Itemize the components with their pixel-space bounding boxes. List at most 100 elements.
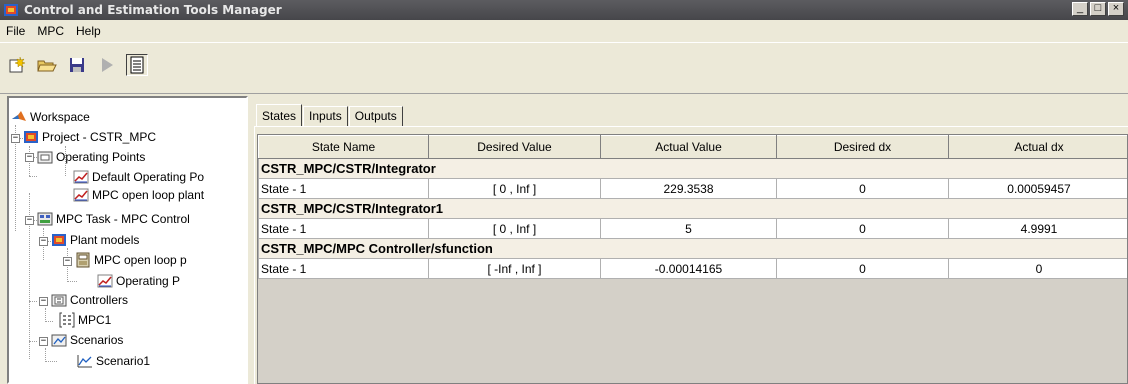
desired-value-cell[interactable]: [ -Inf , Inf ]: [428, 258, 601, 279]
table-row[interactable]: State - 1 [ 0 , Inf ] 229.3538 0 0.00059…: [258, 178, 1127, 199]
states-table-area: State Name Desired Value Actual Value De…: [257, 134, 1128, 384]
run-button[interactable]: [96, 54, 118, 76]
actual-dx-cell: 0.00059457: [948, 178, 1127, 199]
group-row: CSTR_MPC/CSTR/Integrator: [258, 158, 1127, 179]
tree-label: MPC open loop p: [94, 253, 187, 267]
operating-point-plot-icon: [73, 170, 89, 184]
toolbar: [0, 42, 1128, 94]
new-task-icon: [9, 56, 26, 73]
collapse-toggle-open-loop-model[interactable]: −: [63, 257, 72, 266]
collapse-toggle-scenarios[interactable]: −: [39, 337, 48, 346]
tree-label: Plant models: [70, 233, 140, 247]
save-button[interactable]: [66, 54, 88, 76]
column-header-state-name[interactable]: State Name: [258, 135, 429, 159]
new-task-button[interactable]: [6, 54, 28, 76]
scenarios-folder-icon: [51, 334, 67, 347]
project-tree[interactable]: − − − − − − − Workspace Project - CSTR_M…: [7, 96, 248, 384]
collapse-toggle-controllers[interactable]: −: [39, 297, 48, 306]
tree-item-mpc-task[interactable]: MPC Task - MPC Control: [37, 210, 190, 228]
open-folder-icon: [37, 60, 57, 72]
menu-help[interactable]: Help: [70, 24, 107, 38]
desired-value-cell[interactable]: [ 0 , Inf ]: [428, 178, 601, 199]
table-header-row: State Name Desired Value Actual Value De…: [258, 135, 1127, 159]
open-button[interactable]: [36, 54, 58, 76]
tree-label: Controllers: [70, 293, 129, 307]
tree-item-mpc-open-loop-model[interactable]: MPC open loop p: [75, 251, 187, 269]
tree-item-plant-models[interactable]: Plant models: [51, 231, 139, 249]
tree-label: MPC Task - MPC Control: [56, 212, 190, 226]
column-header-actual-value[interactable]: Actual Value: [600, 135, 777, 159]
tree-item-default-operating-point[interactable]: Default Operating Po: [73, 168, 204, 186]
desired-value-cell[interactable]: [ 0 , Inf ]: [428, 218, 601, 239]
tree-item-controllers[interactable]: Controllers: [51, 291, 128, 309]
maximize-button[interactable]: □: [1090, 2, 1106, 16]
tree-item-operating-p[interactable]: Operating P: [97, 272, 180, 290]
tree-item-operating-points[interactable]: Operating Points: [37, 148, 145, 166]
collapse-toggle-mpc-task[interactable]: −: [25, 216, 34, 225]
group-row: CSTR_MPC/MPC Controller/sfunction: [258, 238, 1127, 259]
actual-value-cell: 5: [600, 218, 777, 239]
menu-file[interactable]: File: [0, 24, 31, 38]
desired-dx-cell[interactable]: 0: [776, 258, 949, 279]
tree-item-scenario1[interactable]: Scenario1: [77, 352, 150, 370]
group-row: CSTR_MPC/CSTR/Integrator1: [258, 198, 1127, 219]
tree-label: MPC1: [78, 313, 112, 327]
operating-point-plot-icon: [97, 274, 113, 288]
mpc-task-icon: [37, 212, 53, 226]
tab-states[interactable]: States: [256, 104, 303, 126]
title-bar: Control and Estimation Tools Manager _ □…: [0, 0, 1128, 20]
close-button[interactable]: ×: [1108, 2, 1124, 16]
tree-item-mpc-open-loop-plant[interactable]: MPC open loop plant: [73, 186, 204, 204]
tree-label: Workspace: [30, 110, 90, 124]
menu-bar: File MPC Help: [0, 20, 1128, 42]
tree-label: Default Operating Po: [92, 170, 205, 184]
states-table: State Name Desired Value Actual Value De…: [258, 135, 1127, 279]
desired-dx-cell[interactable]: 0: [776, 178, 949, 199]
details-panel: States Inputs Outputs State Name Desired…: [250, 96, 1128, 384]
matlab-logo-icon: [12, 111, 26, 121]
table-row[interactable]: State - 1 [ 0 , Inf ] 5 0 4.9991: [258, 218, 1127, 239]
tree-label: Operating P: [116, 274, 181, 288]
table-row[interactable]: State - 1 [ -Inf , Inf ] -0.00014165 0 0: [258, 258, 1127, 279]
plant-models-icon: [52, 234, 66, 246]
minimize-button[interactable]: _: [1072, 2, 1088, 16]
tab-strip: States Inputs Outputs: [256, 104, 404, 126]
actual-dx-cell: 4.9991: [948, 218, 1127, 239]
state-name-cell: State - 1: [258, 218, 429, 239]
document-icon: [130, 56, 144, 74]
tree-label: MPC open loop plant: [92, 188, 205, 202]
save-disk-icon: [70, 58, 84, 72]
collapse-toggle-operating-points[interactable]: −: [25, 153, 34, 162]
window-controls: _ □ ×: [1072, 2, 1124, 18]
state-name-cell: State - 1: [258, 178, 429, 199]
state-name-cell: State - 1: [258, 258, 429, 279]
group-label: CSTR_MPC/MPC Controller/sfunction: [258, 238, 1127, 259]
group-label: CSTR_MPC/CSTR/Integrator1: [258, 198, 1127, 219]
controllers-folder-icon: [51, 294, 67, 307]
column-header-desired-value[interactable]: Desired Value: [428, 135, 601, 159]
collapse-toggle-project[interactable]: −: [11, 134, 20, 143]
column-header-actual-dx[interactable]: Actual dx: [948, 135, 1127, 159]
actual-dx-cell: 0: [948, 258, 1127, 279]
operating-point-plot-icon: [73, 188, 89, 202]
actual-value-cell: 229.3538: [600, 178, 777, 199]
tree-item-mpc1[interactable]: MPC1: [59, 311, 111, 329]
desired-dx-cell[interactable]: 0: [776, 218, 949, 239]
scenario-plot-icon: [77, 355, 92, 368]
show-document-button[interactable]: [126, 54, 148, 76]
tree-label: Scenarios: [70, 333, 124, 347]
menu-mpc[interactable]: MPC: [31, 24, 70, 38]
actual-value-cell: -0.00014165: [600, 258, 777, 279]
column-header-desired-dx[interactable]: Desired dx: [776, 135, 949, 159]
project-icon: [24, 131, 38, 143]
tree-label: Project - CSTR_MPC: [42, 130, 157, 144]
play-icon: [102, 58, 113, 72]
controller-icon: [59, 312, 75, 328]
collapse-toggle-plant-models[interactable]: −: [39, 237, 48, 246]
tab-inputs[interactable]: Inputs: [303, 106, 348, 126]
tab-outputs[interactable]: Outputs: [348, 106, 403, 126]
tree-item-project[interactable]: Project - CSTR_MPC: [23, 128, 156, 146]
tree-item-scenarios[interactable]: Scenarios: [51, 331, 123, 349]
app-icon: [4, 4, 18, 16]
tree-item-workspace[interactable]: Workspace: [11, 108, 90, 126]
